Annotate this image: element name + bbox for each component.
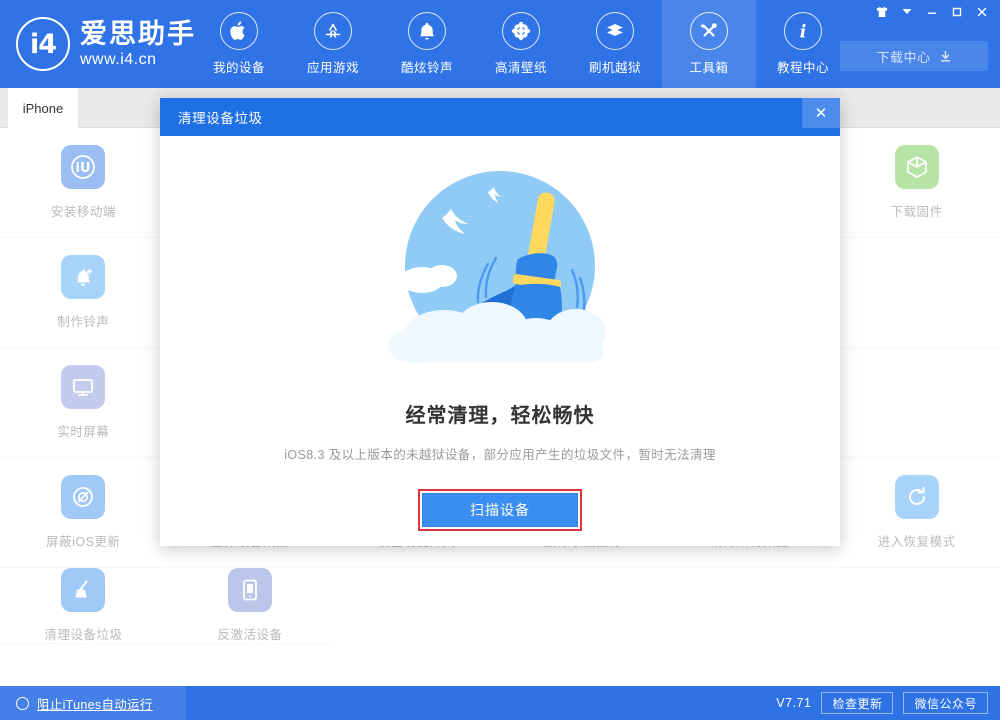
- main-nav: 我的设备 应用游戏 酷炫铃声 高清壁纸 刷机越狱 工具箱 i 教程中心: [192, 0, 850, 88]
- nav-item-flash-jailbreak[interactable]: 刷机越狱: [568, 0, 662, 88]
- close-icon[interactable]: ✕: [802, 98, 840, 128]
- nav-label: 刷机越狱: [588, 61, 641, 75]
- wechat-button[interactable]: 微信公众号: [903, 692, 988, 714]
- dialog-heading: 经常清理，轻松畅快: [405, 405, 595, 427]
- download-center-label: 下载中心: [876, 49, 931, 65]
- nav-item-tutorials[interactable]: i 教程中心: [756, 0, 850, 88]
- tools-icon: [690, 12, 728, 50]
- apple-icon: [220, 12, 258, 50]
- box-icon: [596, 12, 634, 50]
- app-window: i4 爱思助手 www.i4.cn 我的设备 应用游戏 酷炫铃声 高清壁纸 刷机…: [0, 0, 1000, 720]
- nav-item-ringtones[interactable]: 酷炫铃声: [380, 0, 474, 88]
- app-footer: 阻止iTunes自动运行 V7.71 检查更新 微信公众号: [0, 686, 1000, 720]
- block-itunes-label: 阻止iTunes自动运行: [37, 697, 153, 712]
- version-label: V7.71: [776, 696, 812, 710]
- nav-label: 我的设备: [212, 61, 265, 75]
- scan-button-highlight: 扫描设备: [418, 489, 582, 531]
- minimize-icon[interactable]: [919, 2, 944, 22]
- app-header: i4 爱思助手 www.i4.cn 我的设备 应用游戏 酷炫铃声 高清壁纸 刷机…: [0, 0, 1000, 88]
- nav-item-my-device[interactable]: 我的设备: [192, 0, 286, 88]
- block-itunes-toggle[interactable]: 阻止iTunes自动运行: [0, 686, 186, 720]
- nav-label: 应用游戏: [306, 61, 359, 75]
- bell-icon: [408, 12, 446, 50]
- nav-label: 教程中心: [776, 61, 829, 75]
- logo-mark-icon: i4: [16, 17, 70, 71]
- check-update-button[interactable]: 检查更新: [821, 692, 894, 714]
- checkbox-icon[interactable]: [16, 696, 29, 710]
- svg-text:i: i: [800, 22, 807, 43]
- nav-item-toolbox[interactable]: 工具箱: [662, 0, 756, 88]
- appstore-icon: [314, 12, 352, 50]
- tab-iphone[interactable]: iPhone: [8, 88, 78, 128]
- info-icon: i: [784, 12, 822, 50]
- download-center-button[interactable]: 下载中心: [840, 41, 988, 71]
- close-icon[interactable]: [969, 2, 994, 22]
- logo-url: www.i4.cn: [80, 50, 157, 68]
- download-icon: [940, 50, 950, 61]
- dialog-title: 清理设备垃圾: [178, 111, 263, 126]
- clean-junk-dialog: 清理设备垃圾 ✕ 经常清理，轻松畅快 iOS8.3 及以上版本的未越狱设备，部分…: [160, 98, 840, 546]
- nav-label: 工具箱: [689, 61, 729, 75]
- maximize-icon[interactable]: [944, 2, 969, 22]
- skin-icon[interactable]: [869, 2, 894, 22]
- logo-text: 爱思助手 www.i4.cn: [80, 18, 196, 68]
- footer-actions: V7.71 检查更新 微信公众号: [776, 686, 988, 720]
- dialog-subtitle: iOS8.3 及以上版本的未越狱设备，部分应用产生的垃圾文件，暂时无法清理: [284, 448, 716, 462]
- window-controls: [869, 2, 994, 22]
- nav-label: 酷炫铃声: [400, 61, 453, 75]
- flower-icon: [502, 12, 540, 50]
- logo-title: 爱思助手: [80, 18, 196, 49]
- nav-label: 高清壁纸: [494, 61, 547, 75]
- nav-item-wallpapers[interactable]: 高清壁纸: [474, 0, 568, 88]
- dialog-body: 经常清理，轻松畅快 iOS8.3 及以上版本的未越狱设备，部分应用产生的垃圾文件…: [160, 136, 840, 546]
- menu-dropdown-icon[interactable]: [894, 2, 919, 22]
- dialog-titlebar: 清理设备垃圾 ✕: [160, 98, 840, 136]
- nav-item-apps-games[interactable]: 应用游戏: [286, 0, 380, 88]
- broom-illustration: [384, 160, 616, 387]
- scan-device-button[interactable]: 扫描设备: [422, 493, 578, 527]
